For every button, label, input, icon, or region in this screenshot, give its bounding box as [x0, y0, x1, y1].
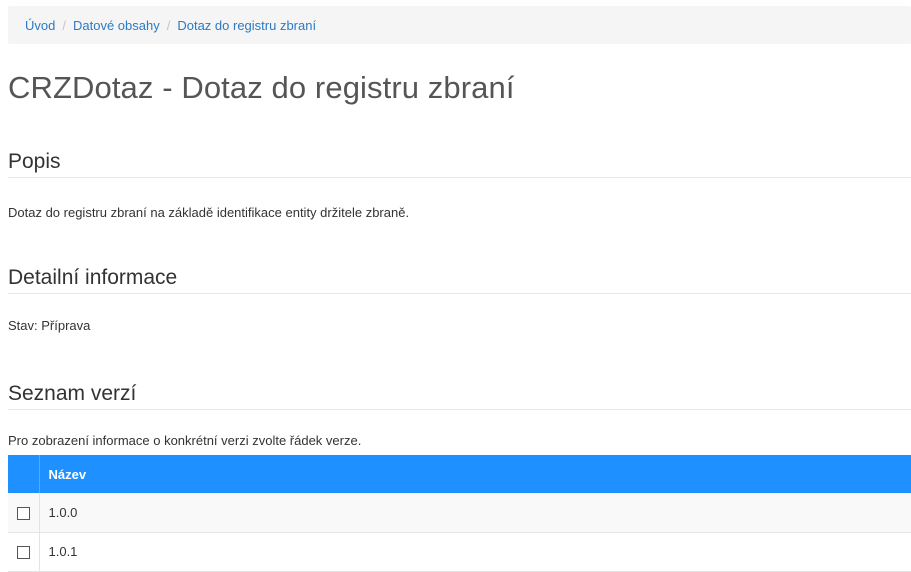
status-text: Stav: Příprava	[8, 318, 91, 333]
section-title-popis: Popis	[8, 150, 61, 173]
breadcrumb-link-data-contents[interactable]: Datové obsahy	[73, 18, 160, 33]
description-text: Dotaz do registru zbraní na základě iden…	[8, 205, 410, 220]
breadcrumb-separator: /	[62, 17, 66, 33]
versions-hint-text: Pro zobrazení informace o konkrétní verz…	[8, 433, 362, 448]
breadcrumb-separator: /	[166, 17, 171, 33]
breadcrumb-link-current[interactable]: Dotaz do registru zbraní	[177, 18, 316, 33]
section-divider	[8, 409, 911, 410]
column-header-name[interactable]: Název	[39, 455, 911, 493]
versions-table: Název 1.0.0 1.0.1	[8, 455, 911, 572]
section-title-detail: Detailní informace	[8, 266, 178, 289]
row-select-cell	[8, 493, 40, 533]
version-name-cell[interactable]: 1.0.1	[39, 532, 911, 572]
table-header-row: Název	[8, 455, 911, 493]
row-checkbox[interactable]	[16, 546, 30, 560]
breadcrumb: Úvod / Datové obsahy / Dotaz do registru…	[8, 6, 911, 44]
table-row[interactable]: 1.0.0	[8, 493, 911, 533]
breadcrumb-link-home[interactable]: Úvod	[25, 18, 55, 33]
section-divider	[8, 177, 911, 178]
select-column-header	[8, 455, 40, 493]
version-name-cell[interactable]: 1.0.0	[39, 493, 911, 533]
section-title-versions: Seznam verzí	[8, 382, 137, 405]
row-checkbox[interactable]	[16, 506, 30, 520]
section-divider	[8, 293, 911, 294]
table-row[interactable]: 1.0.1	[8, 532, 911, 572]
row-select-cell	[8, 532, 40, 572]
page-title: CRZDotaz - Dotaz do registru zbraní	[8, 70, 515, 105]
